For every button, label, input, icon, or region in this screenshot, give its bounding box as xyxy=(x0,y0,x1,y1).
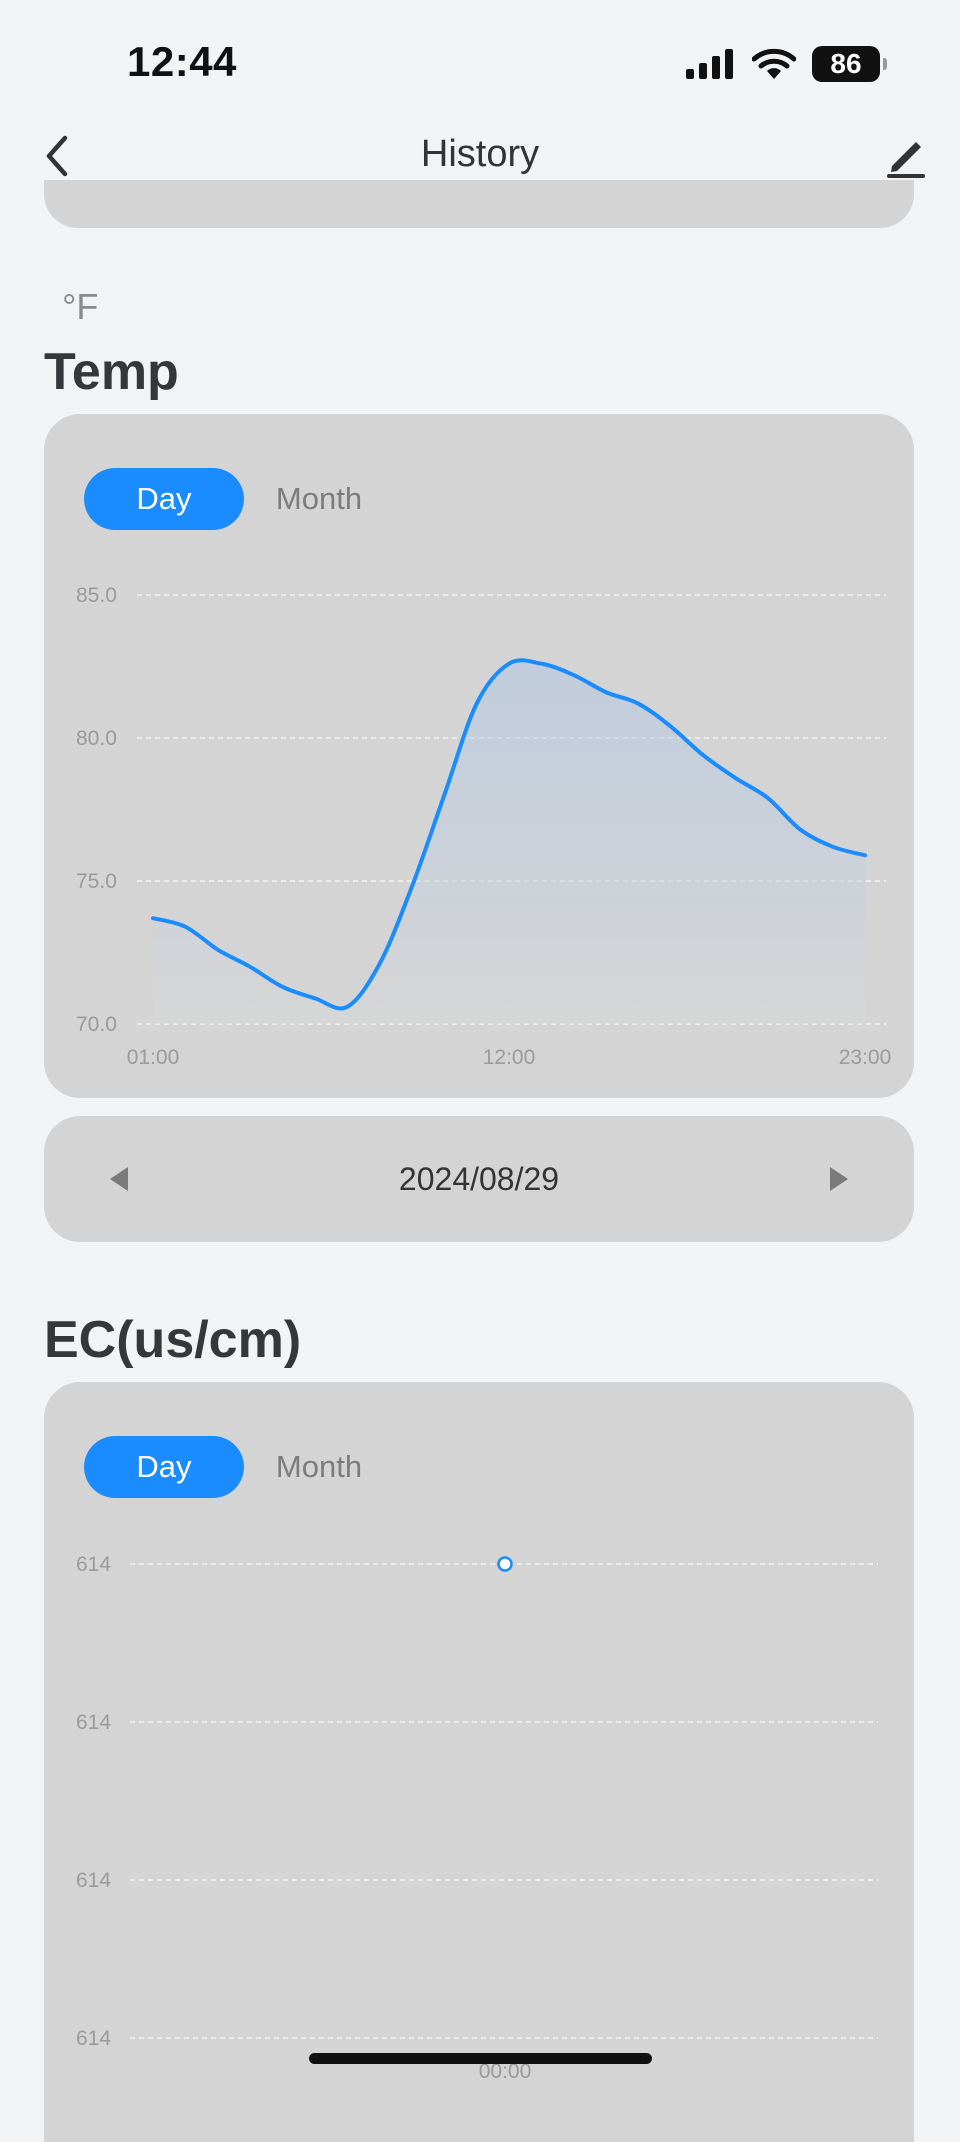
temp-y-tick-label: 70.0 xyxy=(76,1013,117,1036)
temp-y-tick-label: 85.0 xyxy=(76,584,117,607)
home-indicator xyxy=(309,2053,652,2064)
temp-unit-label: °F xyxy=(62,286,99,327)
temp-x-tick-label: 12:00 xyxy=(483,1046,536,1069)
edit-button[interactable] xyxy=(876,126,936,186)
temp-chart: 70.0 75.0 80.0 85.0 01:00 12:00 23:00 xyxy=(76,584,892,1069)
page-title: History xyxy=(420,133,540,175)
ec-section-title: EC(us/cm) xyxy=(44,1311,302,1369)
triangle-right-icon xyxy=(830,1167,848,1191)
ec-chart-card: Day Month 614 614 614 614 00:00 xyxy=(44,1382,914,2142)
ec-y-tick-label: 614 xyxy=(76,1711,111,1734)
temp-chart-card: Day Month 70.0 75.0 80.0 85.0 01:00 12:00 23:0… xyxy=(44,414,914,1098)
temp-y-tick-label: 80.0 xyxy=(76,727,117,750)
status-icons: 86 xyxy=(686,44,887,84)
ec-y-tick-label: 614 xyxy=(76,1869,111,1892)
battery-icon: 86 xyxy=(812,46,887,82)
pencil-icon xyxy=(887,142,925,178)
status-bar: 12:44 86 xyxy=(0,0,960,120)
temp-y-tick-label: 75.0 xyxy=(76,870,117,893)
previous-card-fragment xyxy=(44,180,914,228)
signal-icon xyxy=(686,49,733,79)
ec-data-point xyxy=(497,1556,513,1572)
wifi-icon xyxy=(752,48,796,79)
selected-date: 2024/08/29 xyxy=(398,1161,560,1197)
ec-y-tick-label: 614 xyxy=(76,1553,111,1576)
temp-section-title: Temp xyxy=(44,343,179,401)
battery-level: 86 xyxy=(830,48,862,79)
status-time: 12:44 xyxy=(127,38,237,85)
next-date-button[interactable] xyxy=(809,1149,869,1209)
temp-x-tick-label: 23:00 xyxy=(839,1046,892,1069)
temp-x-tick-label: 01:00 xyxy=(127,1046,180,1069)
ec-chart: 61461461461400:00 xyxy=(76,1553,878,2083)
ec-y-tick-label: 614 xyxy=(76,2027,111,2050)
date-selector: 2024/08/29 xyxy=(44,1116,914,1242)
temp-area-fill xyxy=(153,660,865,1024)
